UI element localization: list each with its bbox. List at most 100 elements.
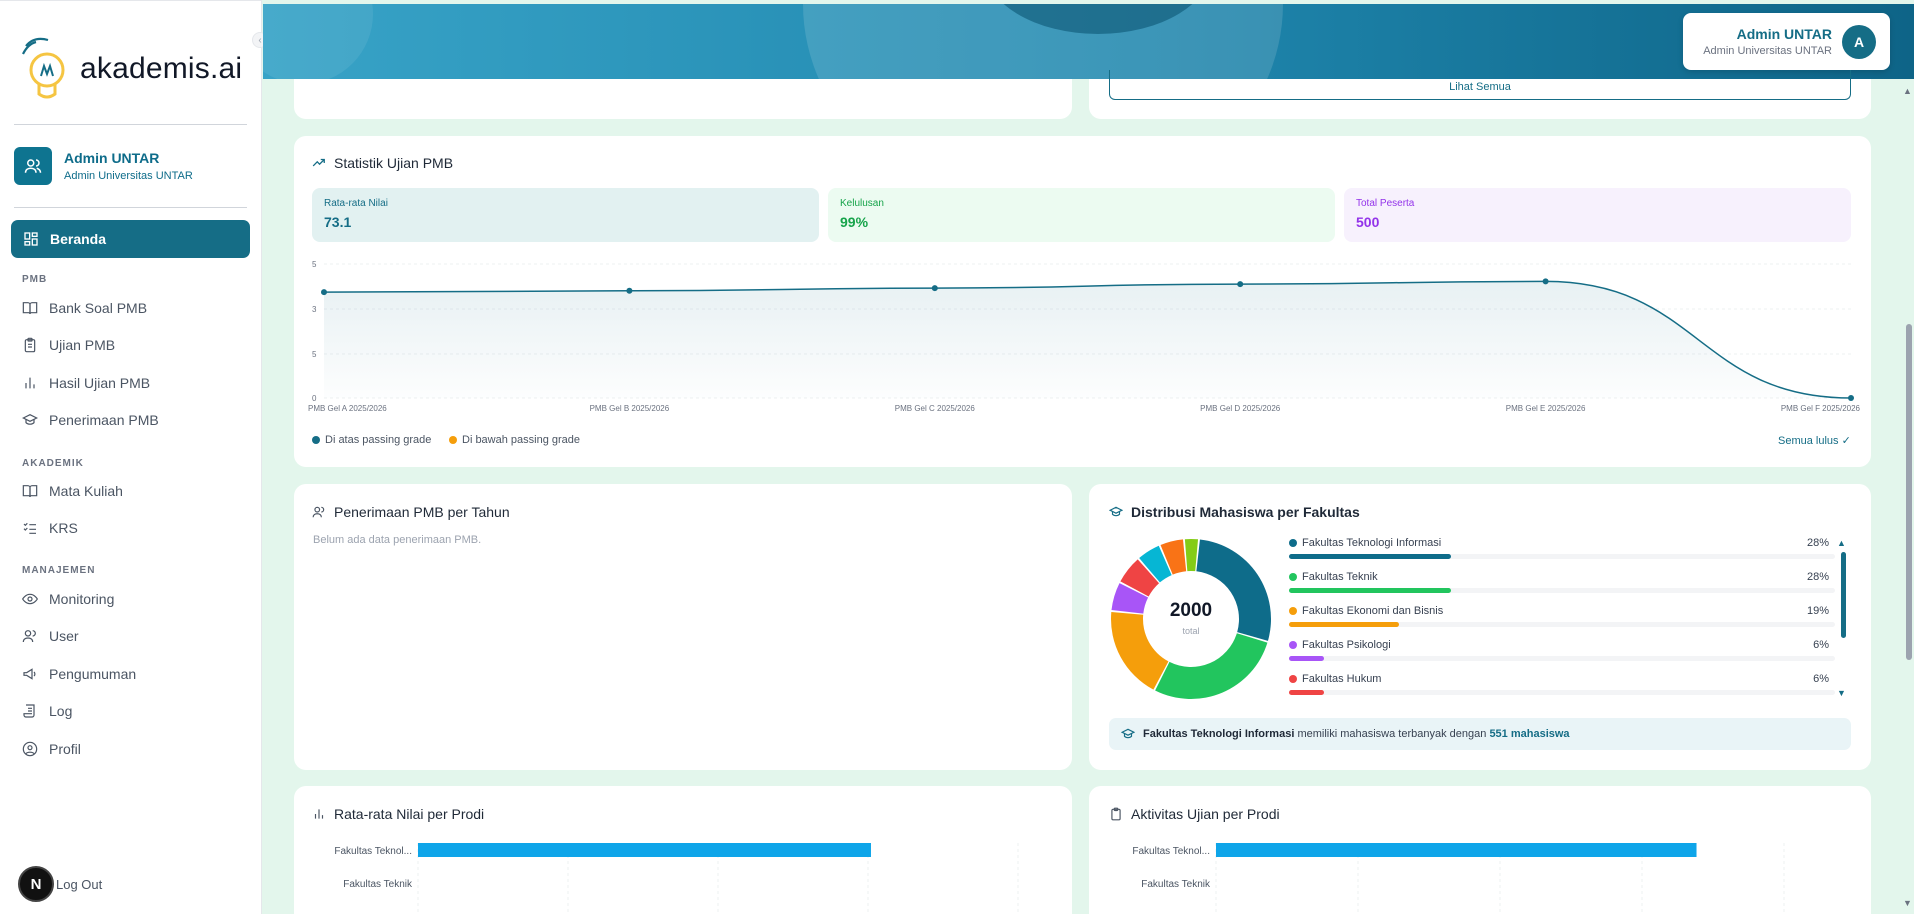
list-scrollbar-thumb[interactable]: [1841, 552, 1846, 638]
sidebar-item-krs[interactable]: KRS: [22, 520, 78, 536]
sidebar-item-log[interactable]: Log: [22, 703, 72, 719]
x-tick-label: PMB Gel B 2025/2026: [590, 404, 670, 413]
list-checks-icon: [23, 522, 36, 534]
sidebar-item-monitoring[interactable]: Monitoring: [22, 591, 114, 607]
next-badge[interactable]: N: [18, 866, 54, 902]
faculty-row[interactable]: Fakultas Teknologi Informasi 28%: [1289, 537, 1835, 559]
book-open-icon: [22, 302, 38, 315]
sidebar-item-label: Beranda: [50, 231, 107, 247]
x-tick-label: PMB Gel F 2025/2026: [1781, 404, 1861, 413]
faculty-row[interactable]: Fakultas Psikologi 6%: [1289, 639, 1835, 661]
legend-below: Di bawah passing grade: [449, 434, 580, 446]
donut-slice[interactable]: [1111, 611, 1169, 690]
x-tick-label: PMB Gel E 2025/2026: [1506, 404, 1586, 413]
clipboard-icon: [1111, 807, 1121, 821]
graduation-cap-icon: [1109, 506, 1123, 517]
logout-button[interactable]: N Log Out: [18, 866, 102, 902]
faculty-bar: [1289, 554, 1835, 559]
users-icon: [312, 506, 325, 518]
stat-rata-rata: Rata-rata Nilai 73.1: [312, 188, 819, 242]
bar-chart-icon: [314, 809, 324, 819]
faculty-name: Fakultas Psikologi: [1302, 639, 1391, 651]
list-scroll-up[interactable]: ▲: [1837, 538, 1846, 548]
y-tick-label: 5: [312, 260, 317, 269]
donut-slice[interactable]: [1155, 633, 1268, 699]
header-banner: [263, 4, 1914, 79]
book-open-icon: [22, 485, 38, 498]
sidebar-user-name: Admin UNTAR: [64, 150, 160, 166]
sidebar-item-user[interactable]: User: [22, 628, 79, 644]
penerimaan-title: Penerimaan PMB per Tahun: [312, 504, 510, 520]
megaphone-icon: [23, 668, 36, 680]
aktivitas-prodi-chart: Fakultas Teknol... Fakultas Teknik: [1132, 843, 1785, 914]
scroll-up-arrow[interactable]: ▲: [1903, 86, 1912, 96]
sidebar: akademis.ai Admin UNTAR Admin Universita…: [0, 0, 262, 914]
stat-total-peserta: Total Peserta 500: [1344, 188, 1851, 242]
faculty-bar: [1289, 690, 1835, 695]
header-user-menu[interactable]: Admin UNTAR Admin Universitas UNTAR A: [1683, 13, 1890, 70]
top-left-card: [294, 79, 1072, 119]
data-point[interactable]: [931, 285, 938, 292]
nav-section-pmb: PMB: [22, 274, 48, 285]
x-tick-label: PMB Gel A 2025/2026: [308, 404, 387, 413]
faculty-row[interactable]: Fakultas Teknik 28%: [1289, 571, 1835, 593]
data-point[interactable]: [321, 289, 327, 296]
legend-above: Di atas passing grade: [312, 434, 431, 446]
lightbulb-logo-icon: [22, 37, 65, 99]
info-banner: Fakultas Teknologi Informasi memiliki ma…: [1109, 718, 1851, 750]
data-point[interactable]: [626, 287, 633, 294]
bar[interactable]: [418, 843, 871, 857]
scrollbar-thumb[interactable]: [1906, 324, 1912, 660]
sidebar-item-hasil[interactable]: Hasil Ujian PMB: [22, 375, 150, 391]
legend-dot: [1289, 573, 1297, 581]
faculty-row[interactable]: Fakultas Hukum 6%: [1289, 673, 1835, 695]
y-tick-label: 0: [312, 394, 317, 403]
list-scroll-down[interactable]: ▼: [1837, 688, 1846, 698]
faculty-bar: [1289, 622, 1835, 627]
empty-state: Belum ada data penerimaan PMB.: [313, 534, 482, 546]
scroll-icon: [23, 704, 35, 718]
faculty-pct: 28%: [1806, 571, 1829, 583]
sidebar-item-pengumuman[interactable]: Pengumuman: [22, 666, 136, 682]
y-tick-label: Fakultas Teknik: [343, 879, 413, 890]
stat-kelulusan: Kelulusan 99%: [828, 188, 1335, 242]
legend-dot: [1289, 641, 1297, 649]
distribusi-title: Distribusi Mahasiswa per Fakultas: [1109, 504, 1360, 520]
sidebar-item-bank-soal[interactable]: Bank Soal PMB: [22, 300, 147, 316]
bar[interactable]: [1216, 843, 1697, 857]
sidebar-item-profil[interactable]: Profil: [22, 741, 81, 757]
faculty-name: Fakultas Hukum: [1302, 673, 1382, 685]
data-point[interactable]: [1237, 281, 1244, 288]
sidebar-item-penerimaan[interactable]: Penerimaan PMB: [22, 412, 159, 428]
sidebar-item-mata-kuliah[interactable]: Mata Kuliah: [22, 483, 123, 499]
users-icon: [22, 630, 36, 643]
faculty-name: Fakultas Teknik: [1302, 571, 1378, 583]
faculty-name: Fakultas Teknologi Informasi: [1302, 537, 1442, 549]
clipboard-icon: [24, 337, 36, 353]
faculty-name: Fakultas Ekonomi dan Bisnis: [1302, 605, 1444, 617]
logout-label: Log Out: [56, 876, 103, 892]
lihat-semua-button[interactable]: Lihat Semua: [1109, 70, 1851, 100]
scroll-down-arrow[interactable]: ▼: [1903, 898, 1912, 908]
line-area: [324, 281, 1851, 398]
y-tick-label: 3: [312, 305, 317, 314]
avatar[interactable]: A: [1842, 24, 1876, 59]
y-tick-label: Fakultas Teknol...: [334, 846, 412, 857]
aktivitas-prodi-title: Aktivitas Ujian per Prodi: [1109, 806, 1280, 822]
legend-dot: [1289, 539, 1297, 547]
rata-prodi-chart: Fakultas Teknol... Fakultas Teknik: [334, 843, 1019, 914]
faculty-row[interactable]: Fakultas Ekonomi dan Bisnis 19%: [1289, 605, 1835, 627]
app-logo[interactable]: akademis.ai: [20, 36, 242, 102]
data-point[interactable]: [1848, 395, 1854, 401]
sidebar-item-ujian[interactable]: Ujian PMB: [22, 337, 115, 353]
app-name: akademis.ai: [80, 52, 243, 85]
sidebar-item-beranda[interactable]: Beranda: [11, 220, 250, 258]
data-point[interactable]: [1542, 278, 1549, 285]
donut-slice[interactable]: [1184, 539, 1199, 572]
nav-section-manajemen: MANAJEMEN: [22, 565, 96, 576]
y-tick-label: Fakultas Teknik: [1141, 879, 1211, 890]
x-tick-label: PMB Gel C 2025/2026: [895, 404, 976, 413]
donut-total-label: total: [1182, 626, 1200, 636]
y-tick-label: Fakultas Teknol...: [1132, 846, 1210, 857]
statistik-title: Statistik Ujian PMB: [312, 155, 453, 171]
